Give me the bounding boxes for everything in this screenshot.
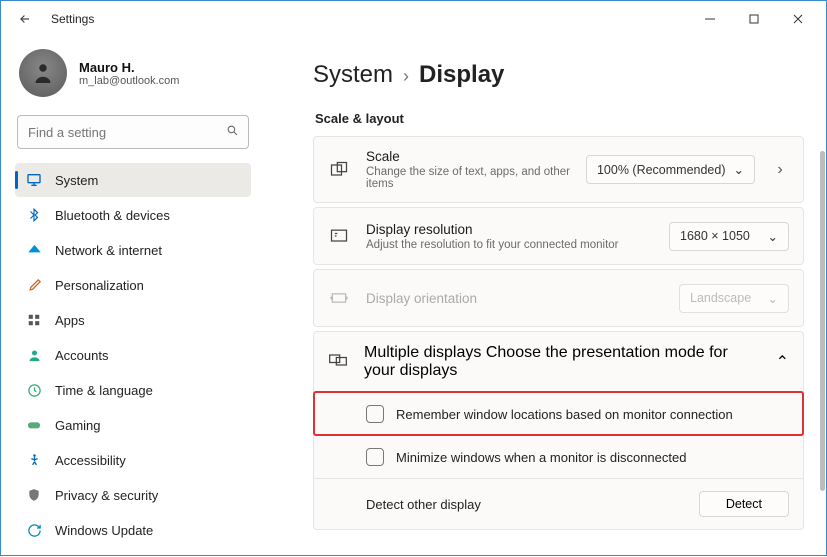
row-label: Detect other display xyxy=(366,497,687,512)
chevron-down-icon: ⌄ xyxy=(768,229,778,244)
shield-icon xyxy=(25,486,43,504)
chevron-up-icon[interactable]: ⌃ xyxy=(776,352,789,372)
profile-email: m_lab@outlook.com xyxy=(79,75,179,87)
row-label: Minimize windows when a monitor is disco… xyxy=(396,450,686,465)
multi-display-icon xyxy=(328,350,348,375)
chevron-down-icon: ⌄ xyxy=(768,291,778,306)
card-title: Display orientation xyxy=(366,291,663,306)
nav-item-personalization[interactable]: Personalization xyxy=(15,268,251,302)
nav-item-gaming[interactable]: Gaming xyxy=(15,408,251,442)
dropdown-value: 1680 × 1050 xyxy=(680,229,750,243)
close-button[interactable] xyxy=(776,5,820,33)
back-button[interactable] xyxy=(13,7,37,31)
bluetooth-icon xyxy=(25,206,43,224)
detect-button[interactable]: Detect xyxy=(699,491,789,517)
row-remember-locations[interactable]: Remember window locations based on monit… xyxy=(314,392,803,435)
search-icon xyxy=(226,124,239,140)
nav-label: Personalization xyxy=(55,278,144,293)
nav-item-system[interactable]: System xyxy=(15,163,251,197)
accessibility-icon xyxy=(25,451,43,469)
nav-label: Accounts xyxy=(55,348,108,363)
scale-icon xyxy=(328,159,350,181)
orientation-icon xyxy=(328,287,350,309)
nav-label: Windows Update xyxy=(55,523,153,538)
checkbox-remember[interactable] xyxy=(366,405,384,423)
apps-icon xyxy=(25,311,43,329)
main-panel: System › Display Scale & layout Scale Ch… xyxy=(261,37,826,557)
checkbox-minimize[interactable] xyxy=(366,448,384,466)
nav-list: System Bluetooth & devices Network & int… xyxy=(15,163,251,547)
profile-name: Mauro H. xyxy=(79,60,179,75)
breadcrumb-parent[interactable]: System xyxy=(313,61,393,89)
sidebar: Mauro H. m_lab@outlook.com System Blueto… xyxy=(1,37,261,557)
update-icon xyxy=(25,521,43,539)
nav-item-windows-update[interactable]: Windows Update xyxy=(15,513,251,547)
resolution-icon xyxy=(328,225,350,247)
titlebar: Settings xyxy=(1,1,826,37)
card-resolution[interactable]: Display resolution Adjust the resolution… xyxy=(313,207,804,265)
minimize-button[interactable] xyxy=(688,5,732,33)
chevron-down-icon: ⌄ xyxy=(734,162,744,177)
wifi-icon xyxy=(25,241,43,259)
clock-icon xyxy=(25,381,43,399)
chevron-right-icon[interactable]: › xyxy=(771,161,789,179)
card-title: Scale xyxy=(366,149,570,164)
nav-item-network[interactable]: Network & internet xyxy=(15,233,251,267)
nav-item-accessibility[interactable]: Accessibility xyxy=(15,443,251,477)
nav-item-privacy[interactable]: Privacy & security xyxy=(15,478,251,512)
nav-item-accounts[interactable]: Accounts xyxy=(15,338,251,372)
card-subtitle: Change the size of text, apps, and other… xyxy=(366,166,570,190)
row-label: Remember window locations based on monit… xyxy=(396,407,733,422)
chevron-right-icon: › xyxy=(403,66,409,87)
card-scale[interactable]: Scale Change the size of text, apps, and… xyxy=(313,136,804,203)
person-icon xyxy=(25,346,43,364)
section-scale-layout: Scale & layout xyxy=(315,111,804,126)
nav-item-apps[interactable]: Apps xyxy=(15,303,251,337)
avatar xyxy=(19,49,67,97)
scale-dropdown[interactable]: 100% (Recommended) ⌄ xyxy=(586,155,755,184)
maximize-button[interactable] xyxy=(732,5,776,33)
card-orientation: Display orientation Landscape ⌄ xyxy=(313,269,804,327)
card-title: Display resolution xyxy=(366,222,653,237)
nav-label: System xyxy=(55,173,98,188)
orientation-dropdown: Landscape ⌄ xyxy=(679,284,789,313)
breadcrumb: System › Display xyxy=(313,61,804,89)
window-title: Settings xyxy=(51,12,94,26)
gamepad-icon xyxy=(25,416,43,434)
dropdown-value: Landscape xyxy=(690,291,751,305)
search-input[interactable] xyxy=(17,115,249,149)
search-box xyxy=(17,115,249,149)
nav-label: Accessibility xyxy=(55,453,126,468)
resolution-dropdown[interactable]: 1680 × 1050 ⌄ xyxy=(669,222,789,251)
nav-item-bluetooth[interactable]: Bluetooth & devices xyxy=(15,198,251,232)
nav-label: Time & language xyxy=(55,383,153,398)
card-multiple-displays: Multiple displays Choose the presentatio… xyxy=(313,331,804,530)
nav-label: Gaming xyxy=(55,418,101,433)
nav-label: Bluetooth & devices xyxy=(55,208,170,223)
card-title: Multiple displays xyxy=(364,344,481,361)
nav-label: Privacy & security xyxy=(55,488,158,503)
breadcrumb-current: Display xyxy=(419,61,504,89)
profile-block[interactable]: Mauro H. m_lab@outlook.com xyxy=(15,43,251,111)
scrollbar[interactable] xyxy=(820,151,825,491)
brush-icon xyxy=(25,276,43,294)
nav-item-time-language[interactable]: Time & language xyxy=(15,373,251,407)
multi-displays-header[interactable]: Multiple displays Choose the presentatio… xyxy=(314,332,803,392)
row-detect-display: Detect other display Detect xyxy=(314,478,803,529)
display-icon xyxy=(25,171,43,189)
card-subtitle: Adjust the resolution to fit your connec… xyxy=(366,239,653,251)
dropdown-value: 100% (Recommended) xyxy=(597,163,726,177)
row-minimize-disconnect[interactable]: Minimize windows when a monitor is disco… xyxy=(314,435,803,478)
nav-label: Apps xyxy=(55,313,85,328)
nav-label: Network & internet xyxy=(55,243,162,258)
